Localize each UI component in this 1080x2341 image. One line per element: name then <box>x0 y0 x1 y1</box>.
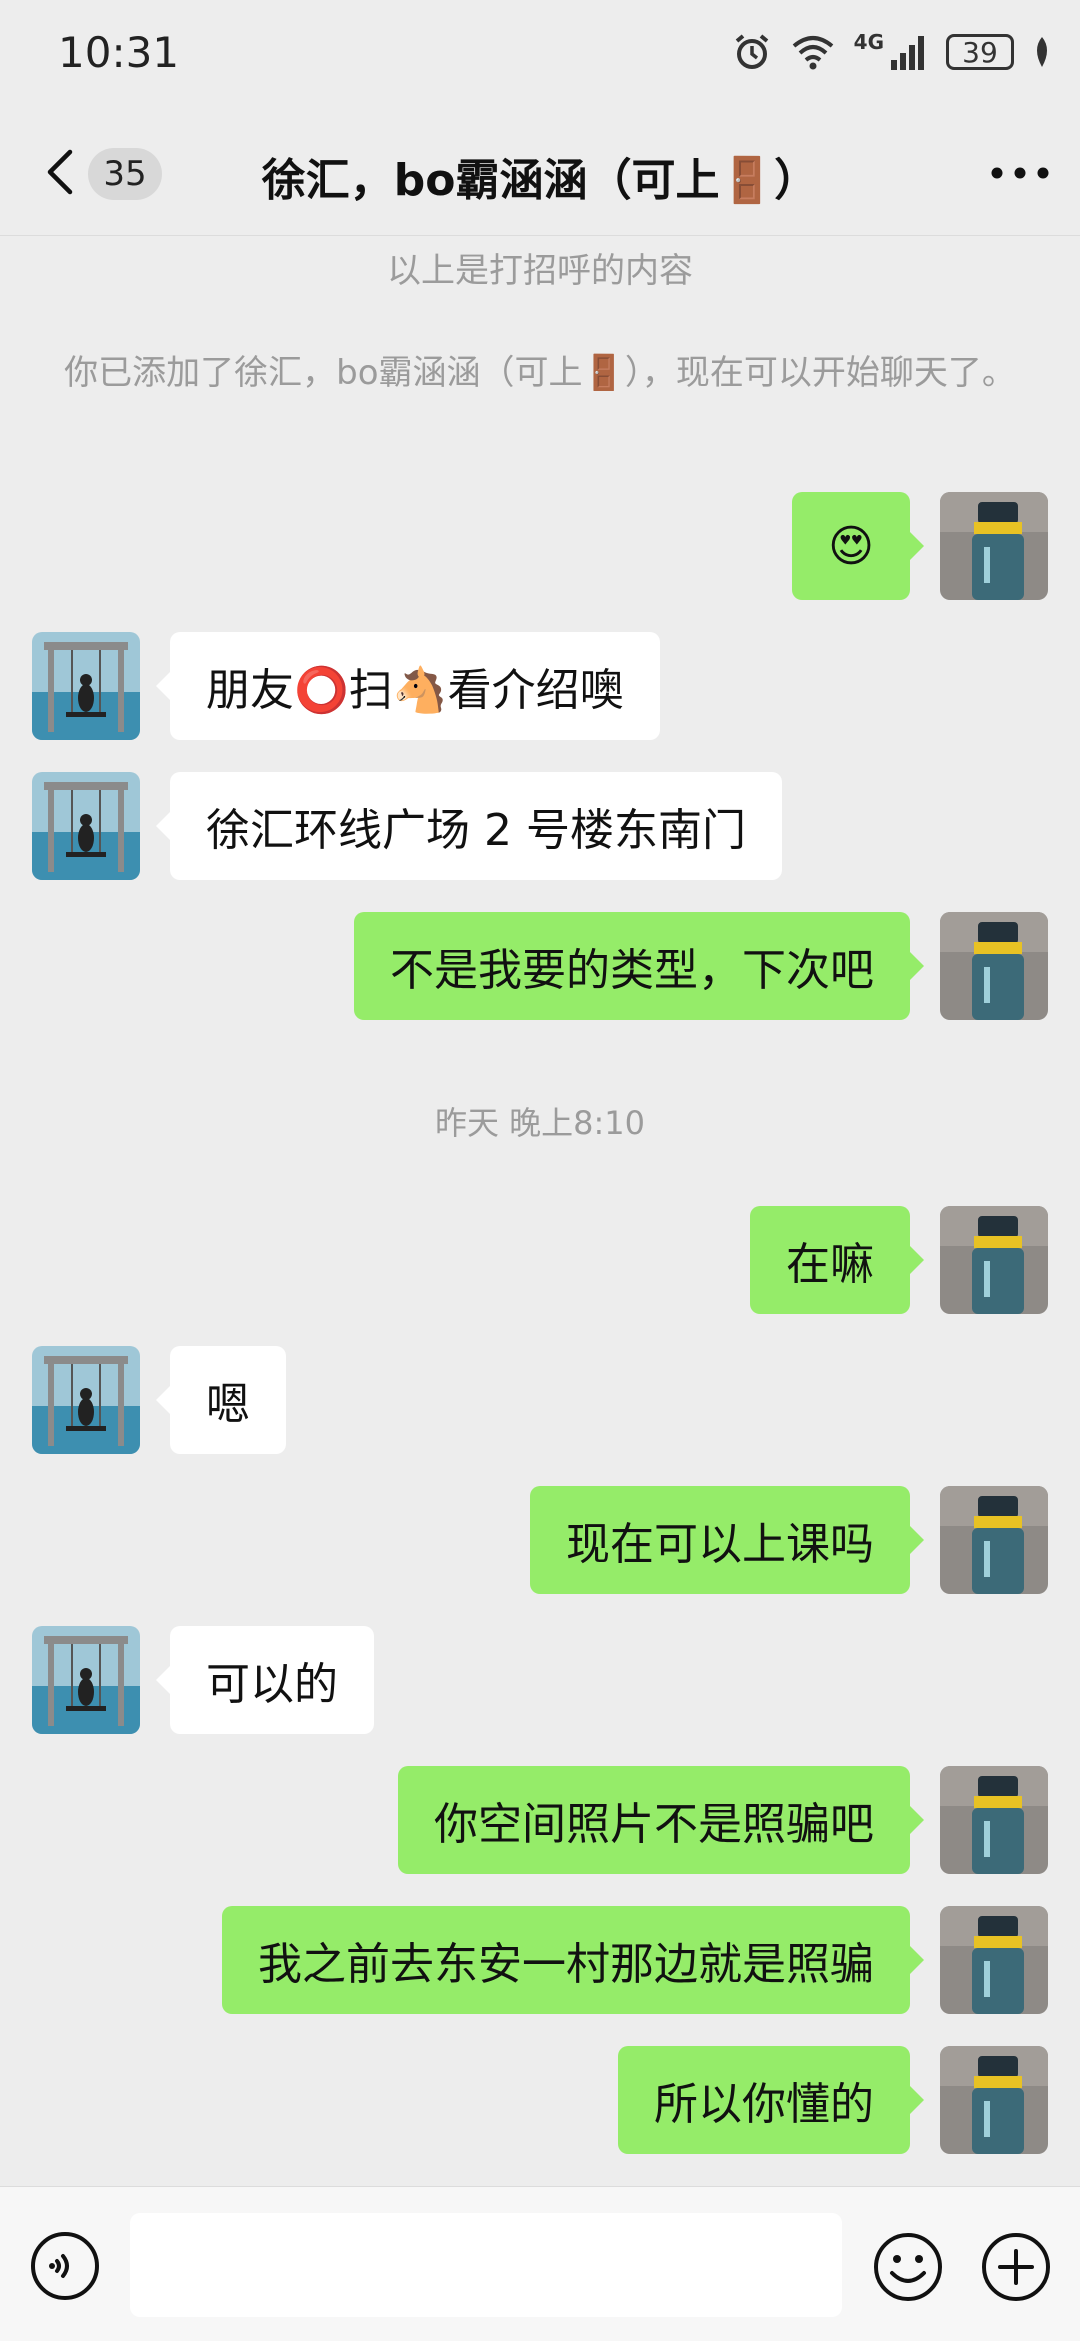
contact-avatar[interactable] <box>32 772 140 880</box>
message-text: 可以的 <box>206 1659 338 1710</box>
message-text: 不是我要的类型，下次吧 <box>390 945 874 996</box>
bottle-avatar-image <box>940 1766 1048 1874</box>
message-bubble-received[interactable]: 可以的 <box>156 1626 374 1734</box>
message-bubble-sent[interactable]: 我之前去东安一村那边就是照骗 <box>222 1906 924 2014</box>
message-text: 你空间照片不是照骗吧 <box>434 1799 874 1850</box>
message-text: 我之前去东安一村那边就是照骗 <box>258 1939 874 1990</box>
message-text: 😍 <box>828 520 874 572</box>
status-bar: 10:31 4G 39 <box>0 0 1080 110</box>
chat-history[interactable]: 以上是打招呼的内容 你已添加了徐汇，bo霸涵涵（可上🚪），现在可以开始聊天了。 … <box>0 236 1080 2186</box>
system-message: 你已添加了徐汇，bo霸涵涵（可上🚪），现在可以开始聊天了。 <box>64 353 1016 393</box>
emoji-icon[interactable] <box>872 2231 944 2303</box>
message-input[interactable] <box>130 2213 842 2317</box>
network-type: 4G <box>853 30 884 54</box>
swing-photo-avatar-image <box>32 1346 140 1454</box>
message-bubble-received[interactable]: 徐汇环线广场 2 号楼东南门 <box>156 772 782 880</box>
bottle-avatar-image <box>940 1906 1048 2014</box>
message-text: 嗯 <box>206 1379 250 1430</box>
message-bubble-sent[interactable]: 不是我要的类型，下次吧 <box>354 912 924 1020</box>
swing-photo-avatar-image <box>32 632 140 740</box>
time-separator: 昨天 晚上8:10 <box>434 1104 646 1142</box>
bottle-avatar-image <box>940 1486 1048 1594</box>
bottle-avatar-image <box>940 492 1048 600</box>
my-avatar[interactable] <box>940 1906 1048 2014</box>
message-text: 在嘛 <box>786 1239 874 1290</box>
alarm-icon <box>735 34 768 69</box>
system-message: 以上是打招呼的内容 <box>387 251 693 291</box>
message-text: 徐汇环线广场 2 号楼东南门 <box>206 805 746 856</box>
voice-input-icon[interactable] <box>30 2231 100 2301</box>
more-options-icon[interactable] <box>990 166 1050 180</box>
contact-avatar[interactable] <box>32 632 140 740</box>
battery-level: 39 <box>962 35 998 69</box>
my-avatar[interactable] <box>940 492 1048 600</box>
contact-avatar[interactable] <box>32 1626 140 1734</box>
message-bubble-received[interactable]: 嗯 <box>156 1346 286 1454</box>
battery-icon: 39 <box>946 34 1014 70</box>
my-avatar[interactable] <box>940 2046 1048 2154</box>
my-avatar[interactable] <box>940 912 1048 1020</box>
my-avatar[interactable] <box>940 1486 1048 1594</box>
message-text: 所以你懂的 <box>654 2079 874 2130</box>
chat-title: 徐汇，bo霸涵涵（可上🚪） <box>261 155 819 206</box>
contact-avatar[interactable] <box>32 1346 140 1454</box>
bottle-avatar-image <box>940 1206 1048 1314</box>
bottle-avatar-image <box>940 2046 1048 2154</box>
add-attachment-icon[interactable] <box>980 2231 1052 2303</box>
wifi-icon <box>792 36 833 70</box>
my-avatar[interactable] <box>940 1766 1048 1874</box>
message-text: 朋友⭕扫🐴看介绍噢 <box>206 665 624 716</box>
bottle-avatar-image <box>940 912 1048 1020</box>
message-bubble-sent[interactable]: 在嘛 <box>750 1206 924 1314</box>
message-text: 现在可以上课吗 <box>566 1519 874 1570</box>
chat-input-bar <box>0 2186 1080 2341</box>
message-bubble-sent[interactable]: 现在可以上课吗 <box>530 1486 924 1594</box>
status-time: 10:31 <box>58 28 180 77</box>
signal-icon <box>891 36 924 70</box>
my-avatar[interactable] <box>940 1206 1048 1314</box>
status-icons: 4G 39 <box>732 28 1052 76</box>
message-bubble-sent[interactable]: 你空间照片不是照骗吧 <box>398 1766 924 1874</box>
message-bubble-sent[interactable]: 所以你懂的 <box>618 2046 924 2154</box>
message-bubble-received[interactable]: 朋友⭕扫🐴看介绍噢 <box>156 632 660 740</box>
chat-header: 35 徐汇，bo霸涵涵（可上🚪） <box>0 110 1080 236</box>
swing-photo-avatar-image <box>32 772 140 880</box>
swing-photo-avatar-image <box>32 1626 140 1734</box>
message-bubble-sent[interactable]: 😍 <box>792 492 924 600</box>
leaf-icon <box>1037 37 1047 67</box>
